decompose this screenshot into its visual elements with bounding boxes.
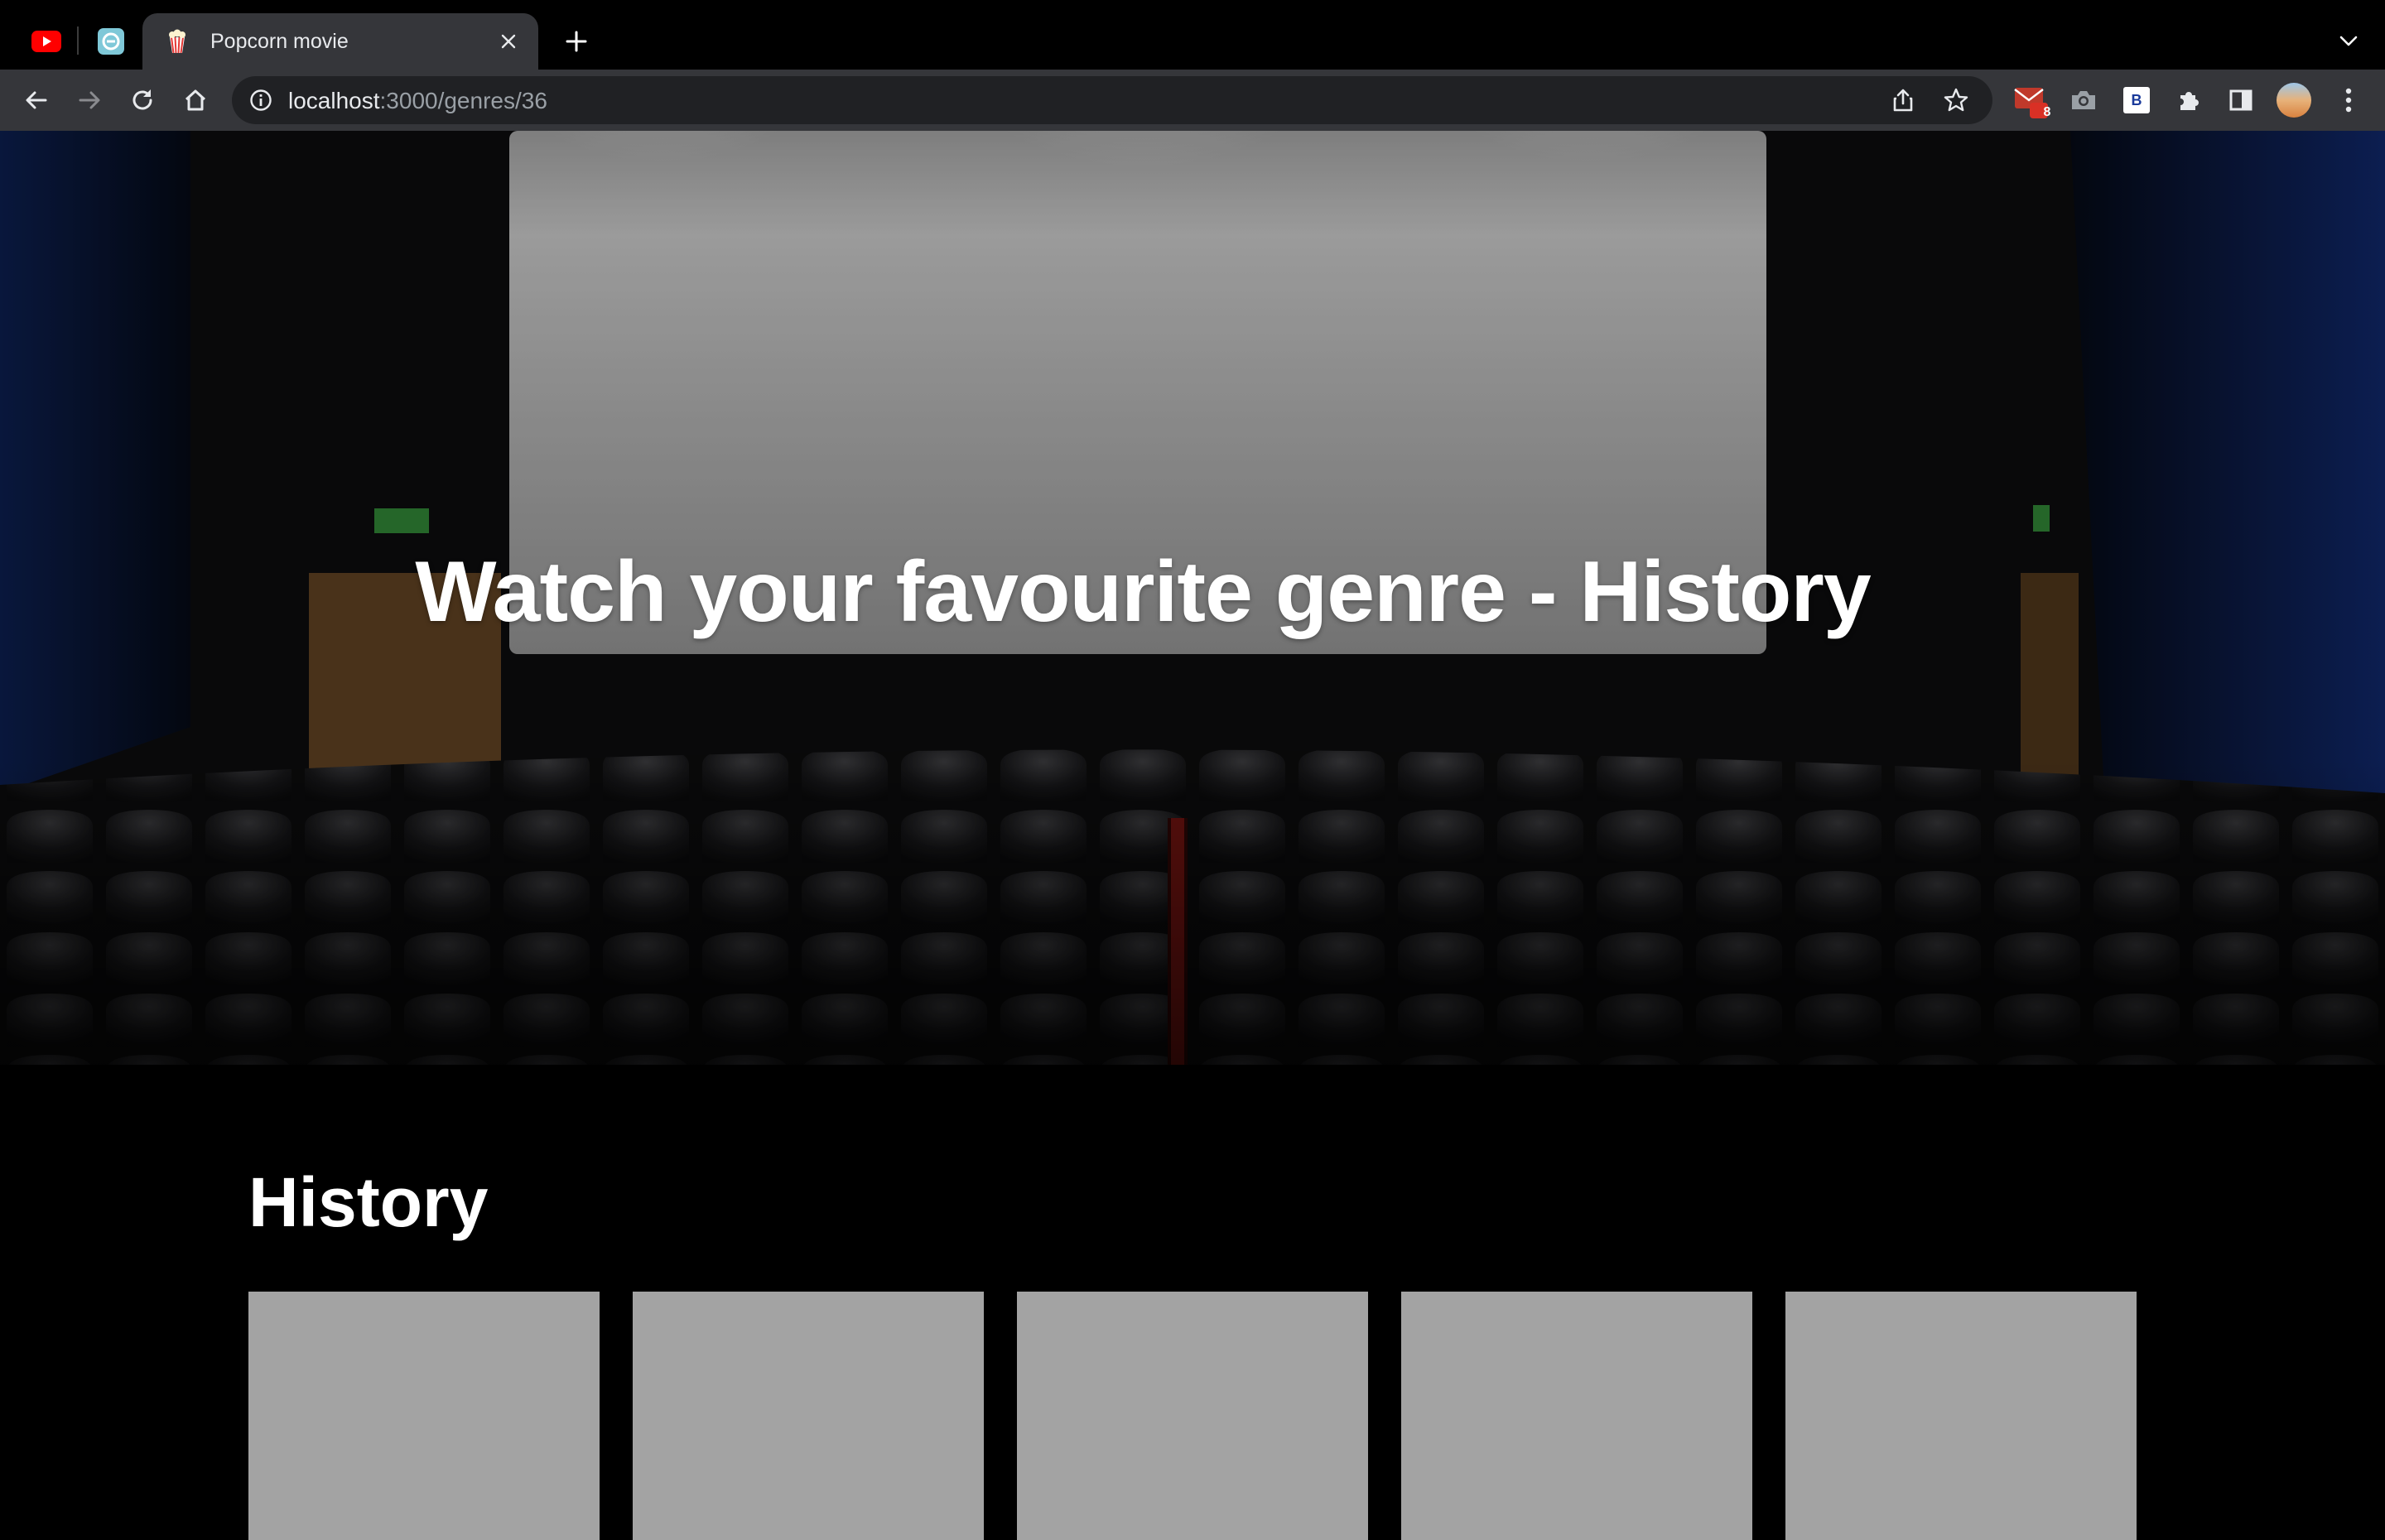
chevron-down-icon xyxy=(2339,36,2358,46)
b-extension-button[interactable]: B xyxy=(2115,79,2158,122)
forward-arrow-icon xyxy=(79,91,100,109)
movie-card-placeholder[interactable] xyxy=(248,1292,600,1540)
pinned-tab-app[interactable] xyxy=(80,13,142,70)
profile-button[interactable] xyxy=(2272,79,2315,122)
bookmark-button[interactable] xyxy=(1939,84,1973,117)
url-path: :3000/genres/36 xyxy=(379,88,547,113)
hero-title: Watch your favourite genre - History xyxy=(415,543,1871,640)
address-bar[interactable]: localhost:3000/genres/36 xyxy=(232,76,1992,124)
screenshot-extension-button[interactable] xyxy=(2062,79,2105,122)
movie-card-placeholder[interactable] xyxy=(1785,1292,2137,1540)
hero-banner: Watch your favourite genre - History xyxy=(0,131,2385,1065)
reload-icon xyxy=(132,89,152,110)
tab-strip: Popcorn movie xyxy=(0,0,2385,70)
back-arrow-icon xyxy=(26,91,47,109)
tab-separator xyxy=(77,26,79,55)
tab-popcorn-movie[interactable]: Popcorn movie xyxy=(142,13,538,70)
youtube-icon xyxy=(31,31,61,52)
b-extension-label: B xyxy=(2131,91,2142,108)
side-panel-icon xyxy=(2229,89,2252,111)
new-tab-button[interactable] xyxy=(556,22,596,61)
url-host: localhost xyxy=(288,88,380,113)
home-button[interactable] xyxy=(172,77,219,123)
popcorn-icon xyxy=(169,29,186,54)
mail-extension-button[interactable]: 8 xyxy=(2009,79,2052,122)
movie-card-placeholder[interactable] xyxy=(1401,1292,1752,1540)
info-icon[interactable] xyxy=(248,88,273,113)
plus-icon xyxy=(566,31,587,52)
genre-section: History xyxy=(0,1065,2385,1540)
home-icon xyxy=(185,89,206,111)
extensions-button[interactable] xyxy=(2168,79,2211,122)
app-icon xyxy=(98,28,124,55)
tab-search-button[interactable] xyxy=(2332,22,2365,61)
avatar xyxy=(2277,83,2311,118)
section-title: History xyxy=(248,1163,489,1241)
share-icon xyxy=(1893,89,1913,112)
side-panel-button[interactable] xyxy=(2219,79,2262,122)
star-icon xyxy=(1944,88,1968,112)
back-button[interactable] xyxy=(13,77,60,123)
close-icon xyxy=(501,34,516,49)
url-text: localhost:3000/genres/36 xyxy=(288,88,547,114)
movie-card-placeholder[interactable] xyxy=(633,1292,984,1540)
tab-close-button[interactable] xyxy=(492,25,525,58)
movie-card-placeholder[interactable] xyxy=(1017,1292,1368,1540)
more-vert-icon xyxy=(2345,88,2352,113)
share-button[interactable] xyxy=(1886,84,1920,117)
b-extension-icon: B xyxy=(2123,87,2150,113)
menu-button[interactable] xyxy=(2327,79,2370,122)
pinned-tab-youtube[interactable] xyxy=(15,13,78,70)
reload-button[interactable] xyxy=(119,77,166,123)
puzzle-icon xyxy=(2180,92,2199,110)
camera-icon xyxy=(2072,91,2095,109)
browser-toolbar: localhost:3000/genres/36 8 B xyxy=(0,70,2385,200)
tab-title: Popcorn movie xyxy=(210,29,349,53)
mail-badge: 8 xyxy=(2043,105,2051,119)
forward-button[interactable] xyxy=(66,77,113,123)
